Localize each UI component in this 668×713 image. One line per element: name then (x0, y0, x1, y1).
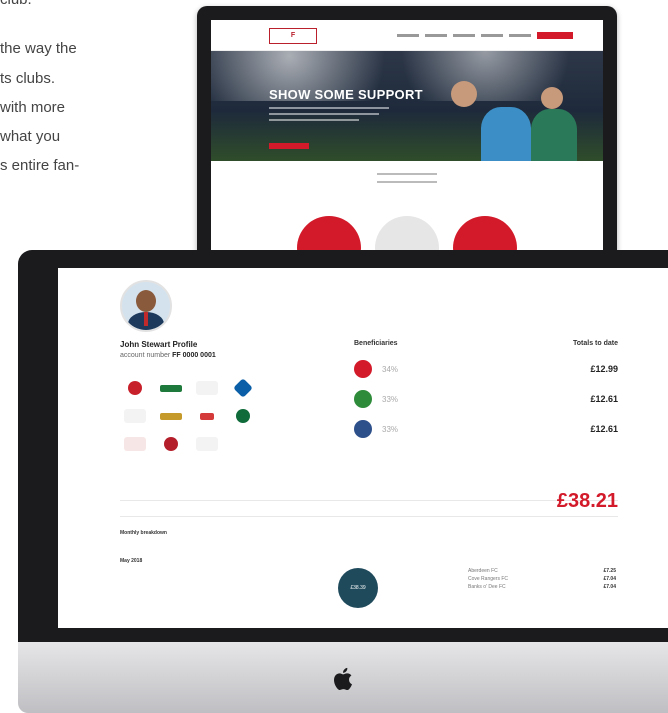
nav-cta-button[interactable] (537, 32, 573, 39)
hero-text-line (269, 113, 379, 115)
club-amount: £7.25 (603, 568, 616, 574)
brand-logo (158, 406, 184, 426)
beneficiary-percent: 33% (382, 395, 399, 404)
mid-text-line (377, 173, 437, 175)
hero-banner: SHOW SOME SUPPORT (211, 51, 603, 161)
club-name: Cove Rangers FC (468, 576, 509, 582)
beneficiary-total: £12.61 (590, 394, 618, 404)
hero-text-line (269, 107, 389, 109)
account-number: account number FF 0000 0001 (120, 352, 216, 359)
nav-link[interactable] (425, 34, 447, 37)
month-label: May 2018 (120, 558, 143, 564)
beneficiary-percent: 33% (382, 425, 399, 434)
brand-logo (122, 434, 148, 454)
beneficiary-total: £12.99 (590, 364, 618, 374)
totals-header: Totals to date (573, 340, 618, 347)
nav-link[interactable] (481, 34, 503, 37)
intro-line: with more (0, 99, 66, 116)
avatar[interactable] (120, 280, 172, 332)
hero-button[interactable] (269, 143, 309, 149)
dashboard: John Stewart Profile account number FF 0… (58, 268, 668, 628)
brand-logo (158, 434, 184, 454)
beneficiary-row[interactable]: 33% £12.61 (354, 420, 618, 440)
dashboard-screen: John Stewart Profile account number FF 0… (58, 268, 668, 628)
avatar-head (136, 290, 156, 312)
list-item: Cove Rangers FC £7.04 (468, 576, 616, 584)
mid-text-line (377, 181, 437, 183)
profile-name: John Stewart Profile (120, 340, 198, 349)
club-amount: £7.04 (603, 576, 616, 582)
website-mid-section (211, 161, 603, 205)
hero-title: SHOW SOME SUPPORT (269, 87, 423, 102)
intro-line: ts clubs. (0, 70, 56, 87)
avatar-tie (144, 312, 148, 326)
intro-line: what you (0, 128, 61, 145)
brand-logos (122, 378, 272, 458)
nav-link[interactable] (453, 34, 475, 37)
club-name: Aberdeen FC (468, 568, 498, 574)
brand-logo (194, 434, 220, 454)
website-nav: F (211, 20, 603, 51)
account-number-value: FF 0000 0001 (172, 352, 216, 359)
divider (120, 516, 618, 517)
brand-logo (122, 378, 148, 398)
front-monitor: John Stewart Profile account number FF 0… (18, 250, 668, 713)
club-breakdown-list: Aberdeen FC £7.25 Cove Rangers FC £7.04 … (468, 568, 616, 592)
nav-links (397, 32, 573, 39)
list-item: Banks o' Dee FC £7.04 (468, 584, 616, 592)
club-crest-icon (354, 420, 372, 438)
brand-logo (230, 378, 256, 398)
month-total-bubble: £38.39 (338, 568, 378, 608)
beneficiary-row[interactable]: 34% £12.99 (354, 360, 618, 380)
club-crest-icon (354, 360, 372, 378)
intro-line: club. (0, 0, 32, 12)
website-screen: F SHOW SOME SUPPORT (211, 20, 603, 260)
fan-image (481, 107, 531, 161)
club-name: Banks o' Dee FC (468, 584, 506, 590)
beneficiary-row[interactable]: 33% £12.61 (354, 390, 618, 410)
beneficiaries-header: Beneficiaries (354, 340, 398, 347)
club-crest-icon (354, 390, 372, 408)
site-logo[interactable]: F (269, 28, 317, 44)
beneficiary-percent: 34% (382, 365, 399, 374)
club-amount: £7.04 (603, 584, 616, 590)
brand-logo (194, 406, 220, 426)
nav-link[interactable] (397, 34, 419, 37)
list-item: Aberdeen FC £7.25 (468, 568, 616, 576)
brand-logo (194, 378, 220, 398)
apple-logo-icon (334, 667, 352, 691)
fan-image (541, 87, 563, 109)
divider (120, 500, 618, 501)
beneficiary-total: £12.61 (590, 424, 618, 434)
fan-image (451, 81, 477, 107)
brand-logo (122, 406, 148, 426)
intro-line: s entire fan- (0, 157, 80, 174)
monthly-breakdown-title: Monthly breakdown (120, 530, 167, 536)
brand-logo (158, 378, 184, 398)
front-monitor-chin (18, 642, 668, 713)
fan-image (531, 109, 577, 161)
intro-line: the way the (0, 40, 77, 57)
back-monitor-bezel: F SHOW SOME SUPPORT (197, 6, 617, 260)
brand-logo (230, 406, 256, 426)
hero-text-line (269, 119, 359, 121)
grand-total: £38.21 (556, 490, 618, 512)
nav-link[interactable] (509, 34, 531, 37)
account-label: account number (120, 352, 171, 359)
front-monitor-bezel: John Stewart Profile account number FF 0… (18, 250, 668, 642)
